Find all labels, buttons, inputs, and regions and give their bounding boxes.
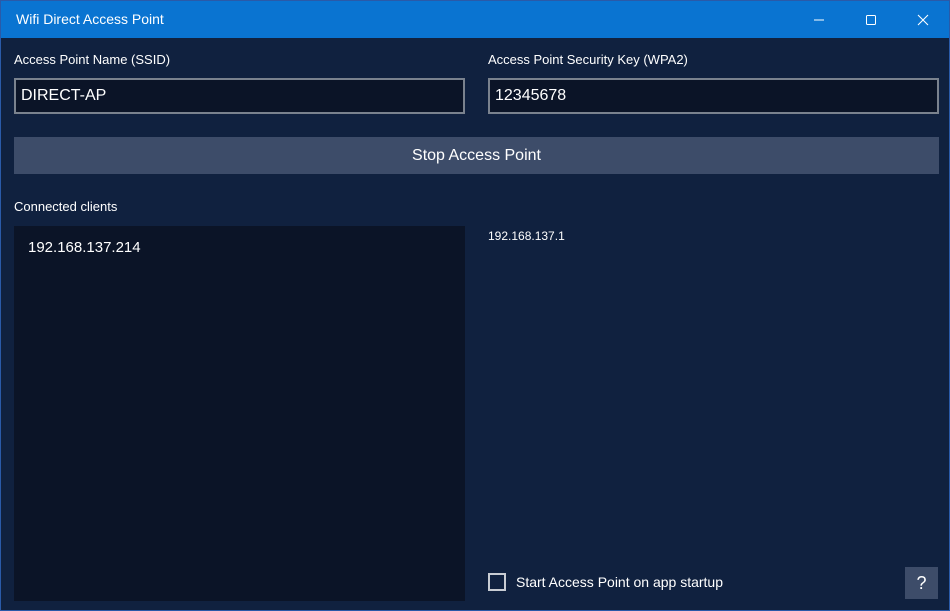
security-key-input[interactable] (488, 78, 939, 114)
stop-access-point-button[interactable]: Stop Access Point (14, 137, 939, 174)
connected-clients-list[interactable]: 192.168.137.214 (14, 226, 465, 601)
maximize-icon (865, 14, 877, 26)
close-icon (917, 14, 929, 26)
app-window: Wifi Direct Access Point Access Point Na… (0, 0, 950, 611)
minimize-button[interactable] (793, 1, 845, 38)
startup-checkbox-row[interactable]: Start Access Point on app startup (488, 571, 723, 593)
ssid-input[interactable] (14, 78, 465, 114)
title-bar: Wifi Direct Access Point (1, 1, 949, 38)
list-item[interactable]: 192.168.137.214 (28, 239, 141, 256)
window-title: Wifi Direct Access Point (16, 11, 164, 27)
ssid-label: Access Point Name (SSID) (14, 52, 171, 67)
access-point-ip: 192.168.137.1 (488, 229, 565, 243)
minimize-icon (813, 14, 825, 26)
maximize-button[interactable] (845, 1, 897, 38)
security-key-label: Access Point Security Key (WPA2) (488, 52, 688, 67)
startup-checkbox[interactable] (488, 573, 506, 591)
startup-checkbox-label[interactable]: Start Access Point on app startup (516, 574, 723, 590)
help-button[interactable]: ? (905, 567, 938, 599)
connected-clients-label: Connected clients (14, 199, 118, 214)
close-button[interactable] (897, 1, 949, 38)
